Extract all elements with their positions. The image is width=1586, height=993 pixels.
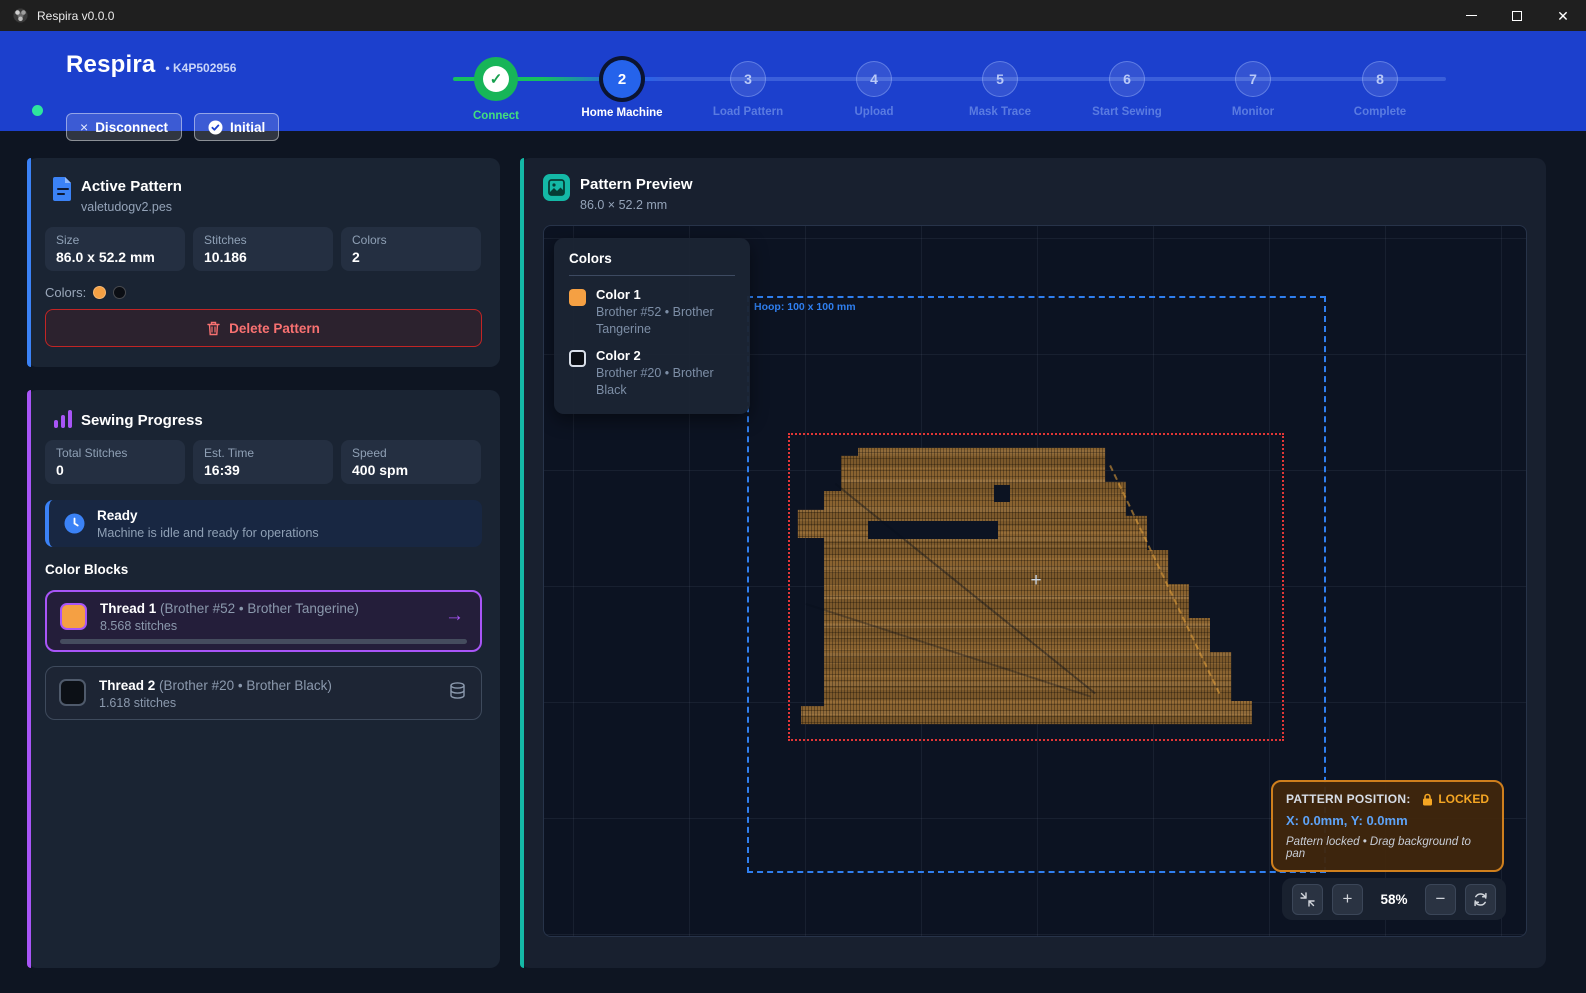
color-swatch-orange	[93, 286, 106, 299]
fit-icon	[1300, 892, 1315, 907]
active-pattern-card: Active Pattern valetudogv2.pes Size 86.0…	[27, 158, 500, 367]
verified-check-icon	[208, 120, 223, 135]
stat-colors: Colors 2	[341, 227, 481, 271]
pattern-position-overlay: PATTERN POSITION: LOCKED X: 0.0mm, Y: 0.…	[1271, 780, 1504, 872]
disconnect-x-icon: ×	[80, 119, 88, 135]
thread-2-swatch	[59, 679, 86, 706]
arrow-right-icon: →	[445, 605, 464, 627]
active-pattern-title: Active Pattern	[81, 178, 182, 195]
initial-button[interactable]: Initial	[194, 113, 279, 141]
sewing-progress-title: Sewing Progress	[81, 412, 203, 429]
thread-2-block[interactable]: Thread 2 (Brother #20 • Brother Black) 1…	[45, 666, 482, 720]
stat-est-time: Est. Time 16:39	[193, 440, 333, 484]
clock-icon	[64, 513, 85, 534]
color-2-swatch	[569, 350, 586, 367]
machine-status-banner: Ready Machine is idle and ready for oper…	[45, 500, 482, 547]
pattern-colors-row: Colors:	[45, 285, 126, 300]
plus-icon: +	[1343, 889, 1353, 909]
window-title: Respira v0.0.0	[37, 9, 114, 23]
card-accent-purple	[27, 390, 31, 968]
pattern-filename: valetudogv2.pes	[81, 200, 182, 214]
titlebar: Respira v0.0.0 ✕	[0, 0, 1586, 31]
center-cross-marker: +	[1027, 572, 1045, 590]
colors-legend-panel: Colors Color 1 Brother #52 • Brother Tan…	[554, 238, 750, 414]
step-complete[interactable]: 8 Complete	[1317, 31, 1443, 118]
stat-total-stitches: Total Stitches 0	[45, 440, 185, 484]
reset-view-button[interactable]	[1465, 884, 1496, 915]
pattern-preview-card: Pattern Preview 86.0 × 52.2 mm Hoop: 100…	[520, 158, 1546, 968]
lock-icon	[1422, 793, 1433, 806]
step-connect[interactable]: ✓ Connect	[433, 31, 559, 122]
minus-icon: −	[1436, 889, 1446, 909]
step-mask-trace[interactable]: 5 Mask Trace	[937, 31, 1063, 118]
card-accent-teal	[520, 158, 524, 968]
preview-canvas[interactable]: Hoop: 100 x 100 mm + Colors Color 1 Brot…	[543, 225, 1527, 937]
status-message: Machine is idle and ready for operations	[97, 526, 319, 540]
minimize-button[interactable]	[1448, 0, 1494, 31]
connection-status-dot	[32, 105, 43, 116]
stat-stitches: Stitches 10.186	[193, 227, 333, 271]
step-start-sewing[interactable]: 6 Start Sewing	[1064, 31, 1190, 118]
legend-color-1: Color 1 Brother #52 • Brother Tangerine	[569, 287, 735, 338]
hoop-label: Hoop: 100 x 100 mm	[754, 301, 856, 313]
step-load-pattern[interactable]: 3 Load Pattern	[685, 31, 811, 118]
status-title: Ready	[97, 508, 138, 523]
color-swatch-black	[113, 286, 126, 299]
zoom-out-button[interactable]: −	[1425, 884, 1456, 915]
color-1-swatch	[569, 289, 586, 306]
legend-color-2: Color 2 Brother #20 • Brother Black	[569, 348, 735, 399]
trash-icon	[207, 321, 220, 336]
divider	[569, 275, 735, 276]
file-icon	[52, 176, 74, 202]
zoom-toolbar: + 58% −	[1282, 878, 1506, 920]
zoom-level: 58%	[1372, 892, 1416, 907]
layers-icon	[448, 681, 467, 700]
stat-speed: Speed 400 spm	[341, 440, 481, 484]
color-blocks-heading: Color Blocks	[45, 562, 128, 577]
pattern-coordinates: X: 0.0mm, Y: 0.0mm	[1286, 813, 1489, 828]
delete-pattern-button[interactable]: Delete Pattern	[45, 309, 482, 347]
maximize-button[interactable]	[1494, 0, 1540, 31]
thread-1-block[interactable]: Thread 1 (Brother #52 • Brother Tangerin…	[45, 590, 482, 652]
zoom-in-button[interactable]: +	[1332, 884, 1363, 915]
step-done-check-icon: ✓	[483, 66, 509, 92]
refresh-icon	[1473, 892, 1488, 907]
app-name: Respira	[66, 51, 155, 79]
thread-1-swatch	[60, 603, 87, 630]
thread-1-progress-bar	[60, 639, 467, 644]
image-icon	[543, 174, 570, 201]
lock-status: LOCKED	[1438, 792, 1489, 806]
pattern-dimensions: 86.0 × 52.2 mm	[580, 198, 693, 212]
stat-size: Size 86.0 x 52.2 mm	[45, 227, 185, 271]
pan-hint: Pattern locked • Drag background to pan	[1286, 836, 1489, 860]
maximize-icon	[1512, 11, 1522, 21]
minimize-icon	[1466, 15, 1477, 16]
close-button[interactable]: ✕	[1540, 0, 1586, 31]
workflow-stepper: ✓ Connect 2 Home Machine 3 Load Pattern …	[433, 31, 1473, 131]
app-icon	[13, 8, 28, 23]
disconnect-button[interactable]: × Disconnect	[66, 113, 182, 141]
app-header: Respira • K4P502956 × Disconnect Initial…	[0, 31, 1586, 131]
close-icon: ✕	[1557, 9, 1569, 23]
step-monitor[interactable]: 7 Monitor	[1190, 31, 1316, 118]
pattern-preview-title: Pattern Preview	[580, 176, 693, 193]
step-home-machine[interactable]: 2 Home Machine	[559, 31, 685, 119]
card-accent-blue	[27, 158, 31, 367]
bar-chart-icon	[52, 408, 74, 430]
step-upload[interactable]: 4 Upload	[811, 31, 937, 118]
sewing-progress-card: Sewing Progress Total Stitches 0 Est. Ti…	[27, 390, 500, 968]
fit-to-view-button[interactable]	[1292, 884, 1323, 915]
machine-serial: • K4P502956	[165, 61, 236, 75]
